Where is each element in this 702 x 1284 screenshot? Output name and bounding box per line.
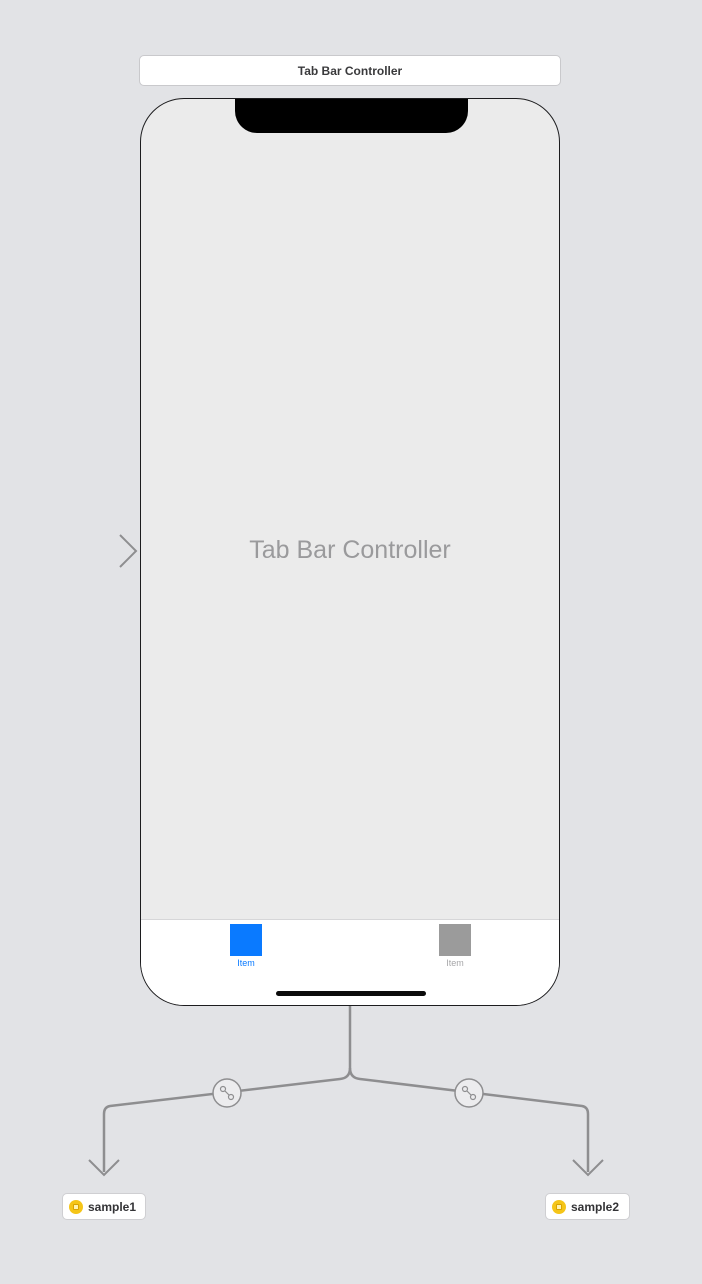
storyboard-reference-sample1[interactable]: sample1	[62, 1193, 146, 1220]
segue-line-left[interactable]	[102, 1006, 352, 1172]
segue-line-right[interactable]	[348, 1067, 590, 1172]
storyboard-canvas: Tab Bar Controller Tab Bar Controller It…	[0, 0, 702, 1284]
reference-label: sample2	[571, 1199, 620, 1214]
device-notch	[235, 99, 468, 133]
home-indicator	[276, 991, 426, 996]
storyboard-reference-sample2[interactable]: sample2	[545, 1193, 630, 1220]
scene-title: Tab Bar Controller	[297, 63, 403, 78]
tab-item-2[interactable]: Item	[425, 924, 485, 968]
tab-item-1-icon	[230, 924, 262, 956]
tab-item-2-icon	[439, 924, 471, 956]
storyboard-reference-icon	[69, 1199, 83, 1214]
relationship-segue-icon[interactable]	[454, 1078, 484, 1108]
segue-arrowhead-left	[88, 1159, 120, 1177]
tab-bar-controller-scene[interactable]: Tab Bar Controller Item Item	[140, 98, 560, 1006]
relationship-segue-icon[interactable]	[212, 1078, 242, 1108]
storyboard-reference-icon	[552, 1199, 566, 1214]
tab-item-2-label: Item	[446, 958, 464, 968]
initial-entry-arrow[interactable]	[40, 534, 138, 568]
tab-item-1-label: Item	[237, 958, 255, 968]
tab-item-1[interactable]: Item	[216, 924, 276, 968]
segue-arrowhead-right	[572, 1159, 604, 1177]
scene-center-label: Tab Bar Controller	[249, 536, 451, 564]
scene-title-bar[interactable]: Tab Bar Controller	[139, 55, 561, 86]
reference-label: sample1	[88, 1199, 137, 1214]
